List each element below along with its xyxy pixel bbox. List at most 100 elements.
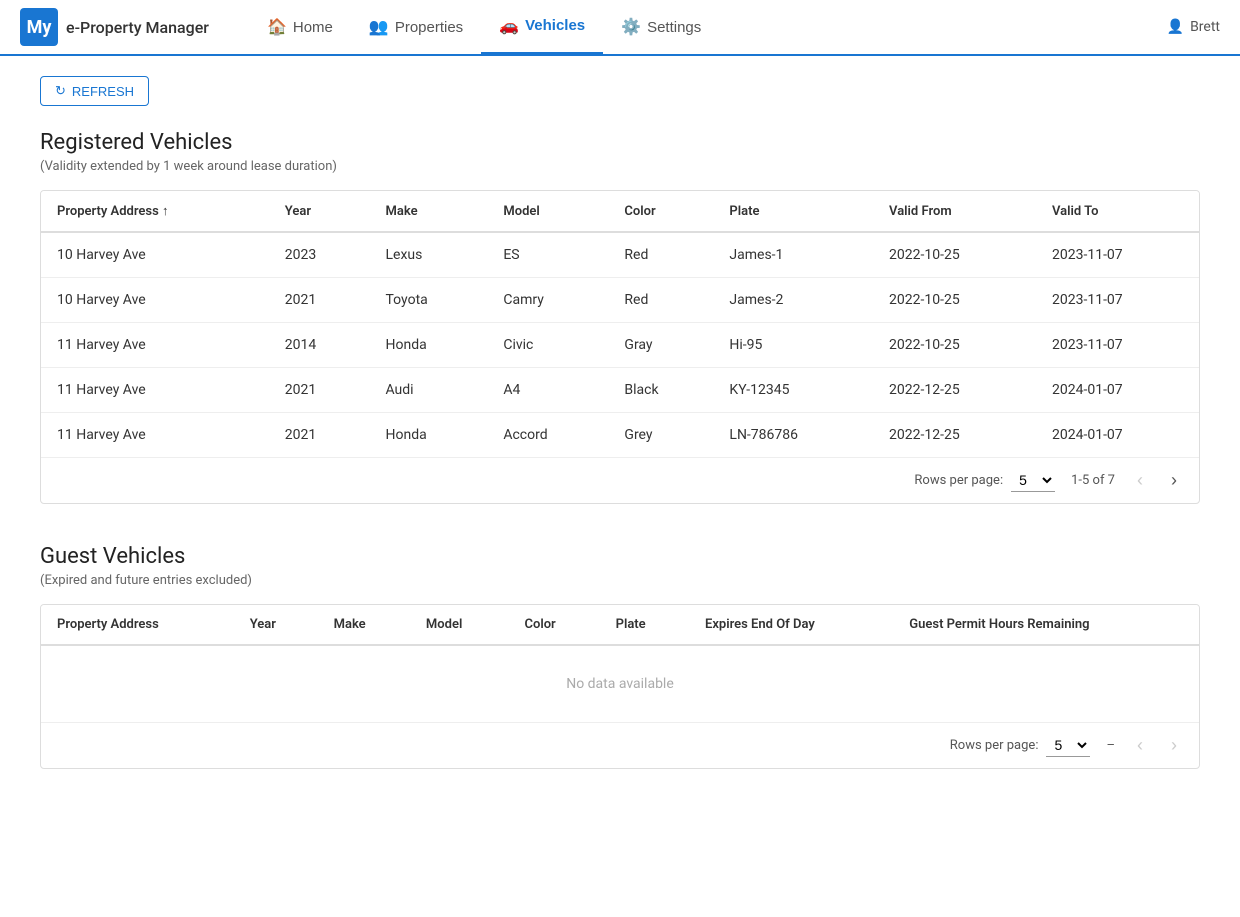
- table-cell: ES: [487, 232, 608, 278]
- table-cell: Red: [608, 278, 713, 323]
- table-cell: 2022-12-25: [873, 368, 1036, 413]
- registered-vehicles-tbody: 10 Harvey Ave2023LexusESRedJames-12022-1…: [41, 232, 1199, 457]
- table-cell: 2024-01-07: [1036, 368, 1199, 413]
- guest-pagination: Rows per page: 5 10 25 – ‹ ›: [41, 722, 1199, 768]
- table-cell: 10 Harvey Ave: [41, 278, 269, 323]
- table-cell: Toyota: [370, 278, 488, 323]
- table-cell: 2022-10-25: [873, 232, 1036, 278]
- table-row: 10 Harvey Ave2023LexusESRedJames-12022-1…: [41, 232, 1199, 278]
- nav-home[interactable]: 🏠 Home: [249, 0, 351, 55]
- guest-prev-page-button[interactable]: ‹: [1131, 733, 1149, 758]
- registered-vehicles-thead: Property Address ↑ Year Make Model Color…: [41, 191, 1199, 232]
- guest-vehicles-table-wrapper: Property Address Year Make Model Color P…: [40, 604, 1200, 769]
- table-cell: Grey: [608, 413, 713, 458]
- prev-page-button[interactable]: ‹: [1131, 468, 1149, 493]
- table-cell: Audi: [370, 368, 488, 413]
- nav-settings-label: Settings: [647, 19, 701, 36]
- user-name: Brett: [1190, 19, 1220, 35]
- rows-per-page-select[interactable]: 5 10 25: [1011, 469, 1055, 492]
- table-cell: 2023-11-07: [1036, 323, 1199, 368]
- guest-vehicles-title: Guest Vehicles: [40, 544, 1200, 569]
- table-cell: 2014: [269, 323, 370, 368]
- guest-vehicles-tbody: No data available: [41, 645, 1199, 722]
- table-cell: 2021: [269, 368, 370, 413]
- user-menu: 👤 Brett: [1167, 19, 1220, 35]
- table-cell: James-1: [713, 232, 873, 278]
- guest-col-year: Year: [234, 605, 318, 645]
- col-year: Year: [269, 191, 370, 232]
- guest-col-plate: Plate: [600, 605, 689, 645]
- col-valid-from: Valid From: [873, 191, 1036, 232]
- guest-vehicles-table: Property Address Year Make Model Color P…: [41, 605, 1199, 722]
- guest-col-make: Make: [318, 605, 410, 645]
- next-page-button[interactable]: ›: [1165, 468, 1183, 493]
- table-cell: Camry: [487, 278, 608, 323]
- nav-settings[interactable]: ⚙️ Settings: [603, 0, 719, 55]
- table-cell: 2021: [269, 278, 370, 323]
- nav-vehicles[interactable]: 🚗 Vehicles: [481, 0, 603, 55]
- settings-icon: ⚙️: [621, 17, 641, 37]
- guest-vehicles-section: Guest Vehicles (Expired and future entri…: [40, 544, 1200, 769]
- guest-page-info: –: [1106, 738, 1115, 753]
- table-row: 11 Harvey Ave2021AudiA4BlackKY-123452022…: [41, 368, 1199, 413]
- col-address[interactable]: Property Address ↑: [41, 191, 269, 232]
- table-cell: Gray: [608, 323, 713, 368]
- refresh-button[interactable]: ↻ REFRESH: [40, 76, 149, 106]
- no-data-cell: No data available: [41, 645, 1199, 722]
- col-model: Model: [487, 191, 608, 232]
- table-cell: Lexus: [370, 232, 488, 278]
- registered-vehicles-table-wrapper: Property Address ↑ Year Make Model Color…: [40, 190, 1200, 504]
- table-cell: 2022-10-25: [873, 323, 1036, 368]
- table-cell: 2022-12-25: [873, 413, 1036, 458]
- user-icon: 👤: [1167, 19, 1184, 35]
- table-cell: 2023-11-07: [1036, 232, 1199, 278]
- table-cell: Civic: [487, 323, 608, 368]
- table-cell: 10 Harvey Ave: [41, 232, 269, 278]
- col-plate: Plate: [713, 191, 873, 232]
- table-cell: 11 Harvey Ave: [41, 413, 269, 458]
- brand: My e-Property Manager: [20, 8, 209, 46]
- refresh-label: REFRESH: [72, 84, 134, 99]
- table-cell: Black: [608, 368, 713, 413]
- navbar: My e-Property Manager 🏠 Home 👥 Propertie…: [0, 0, 1240, 56]
- table-row: 10 Harvey Ave2021ToyotaCamryRedJames-220…: [41, 278, 1199, 323]
- nav-properties-label: Properties: [395, 19, 463, 36]
- table-cell: Honda: [370, 413, 488, 458]
- guest-vehicles-subtitle: (Expired and future entries excluded): [40, 573, 1200, 588]
- table-cell: 2021: [269, 413, 370, 458]
- table-cell: LN-786786: [713, 413, 873, 458]
- table-cell: 11 Harvey Ave: [41, 323, 269, 368]
- guest-rows-per-page-label: Rows per page:: [950, 738, 1039, 753]
- nav-properties[interactable]: 👥 Properties: [351, 0, 481, 55]
- guest-col-model: Model: [410, 605, 509, 645]
- table-cell: 2024-01-07: [1036, 413, 1199, 458]
- nav-links: 🏠 Home 👥 Properties 🚗 Vehicles ⚙️ Settin…: [249, 0, 719, 55]
- col-color: Color: [608, 191, 713, 232]
- refresh-icon: ↻: [55, 83, 66, 99]
- table-cell: 2023-11-07: [1036, 278, 1199, 323]
- table-cell: KY-12345: [713, 368, 873, 413]
- properties-icon: 👥: [369, 17, 389, 37]
- registered-pagination: Rows per page: 5 10 25 1-5 of 7 ‹ ›: [41, 457, 1199, 503]
- registered-vehicles-section: Registered Vehicles (Validity extended b…: [40, 130, 1200, 504]
- table-row: 11 Harvey Ave2021HondaAccordGreyLN-78678…: [41, 413, 1199, 458]
- table-cell: Honda: [370, 323, 488, 368]
- registered-vehicles-table: Property Address ↑ Year Make Model Color…: [41, 191, 1199, 457]
- vehicles-icon: 🚗: [499, 16, 519, 36]
- guest-col-color: Color: [508, 605, 599, 645]
- guest-rows-per-page-select[interactable]: 5 10 25: [1046, 734, 1090, 757]
- table-cell: Red: [608, 232, 713, 278]
- registered-vehicles-subtitle: (Validity extended by 1 week around leas…: [40, 159, 1200, 174]
- guest-next-page-button[interactable]: ›: [1165, 733, 1183, 758]
- table-cell: Hi-95: [713, 323, 873, 368]
- guest-col-expires: Expires End Of Day: [689, 605, 893, 645]
- guest-vehicles-thead: Property Address Year Make Model Color P…: [41, 605, 1199, 645]
- rows-per-page-label: Rows per page:: [914, 473, 1003, 488]
- guest-col-permit-hours: Guest Permit Hours Remaining: [893, 605, 1199, 645]
- col-valid-to: Valid To: [1036, 191, 1199, 232]
- registered-vehicles-title: Registered Vehicles: [40, 130, 1200, 155]
- home-icon: 🏠: [267, 17, 287, 37]
- nav-home-label: Home: [293, 19, 333, 36]
- rows-per-page-control: Rows per page: 5 10 25: [914, 469, 1055, 492]
- table-cell: 11 Harvey Ave: [41, 368, 269, 413]
